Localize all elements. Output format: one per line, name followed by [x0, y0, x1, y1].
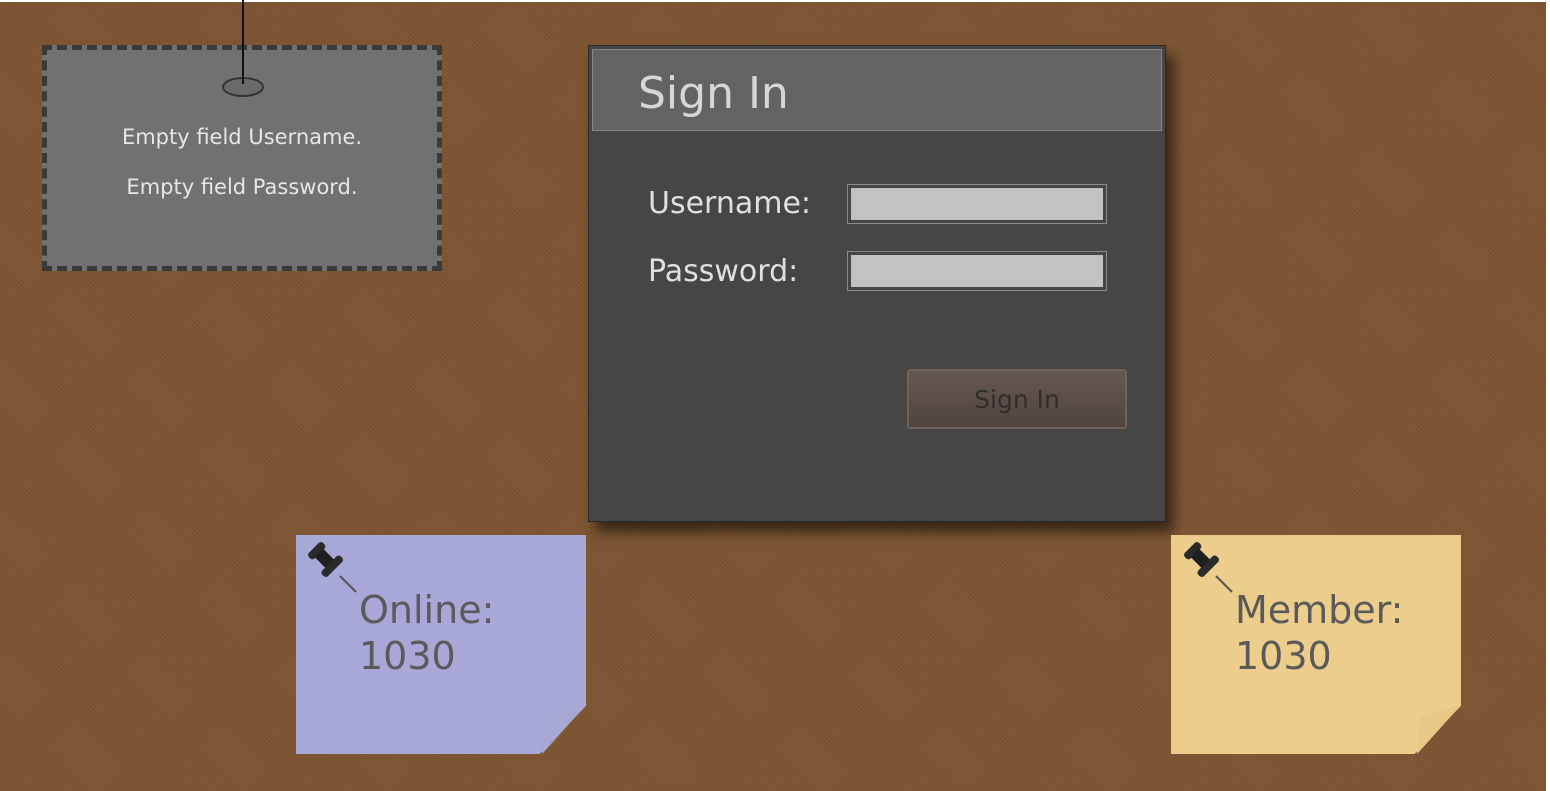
error-message-password: Empty field Password. [126, 175, 358, 199]
right-edge [1546, 0, 1550, 791]
page-curl-icon [1417, 705, 1461, 754]
online-label: Online: [359, 588, 495, 632]
member-count: 1030 [1235, 634, 1332, 678]
signin-panel: Sign In Username: Password: Sign In [588, 45, 1166, 522]
error-message-username: Empty field Username. [121, 125, 363, 149]
hang-string [242, 0, 244, 84]
username-input[interactable] [847, 184, 1107, 224]
member-label: Member: [1235, 588, 1404, 632]
signin-button[interactable]: Sign In [907, 369, 1127, 429]
password-input[interactable] [847, 251, 1107, 291]
online-count: 1030 [359, 634, 456, 678]
top-edge [0, 0, 1550, 2]
signin-title: Sign In [638, 68, 789, 119]
push-pin-icon [1184, 542, 1233, 593]
username-label: Username: [648, 186, 812, 221]
signin-header: Sign In [592, 49, 1162, 131]
push-pin-icon [308, 542, 357, 593]
page-curl-icon [542, 705, 586, 754]
password-label: Password: [648, 254, 799, 289]
